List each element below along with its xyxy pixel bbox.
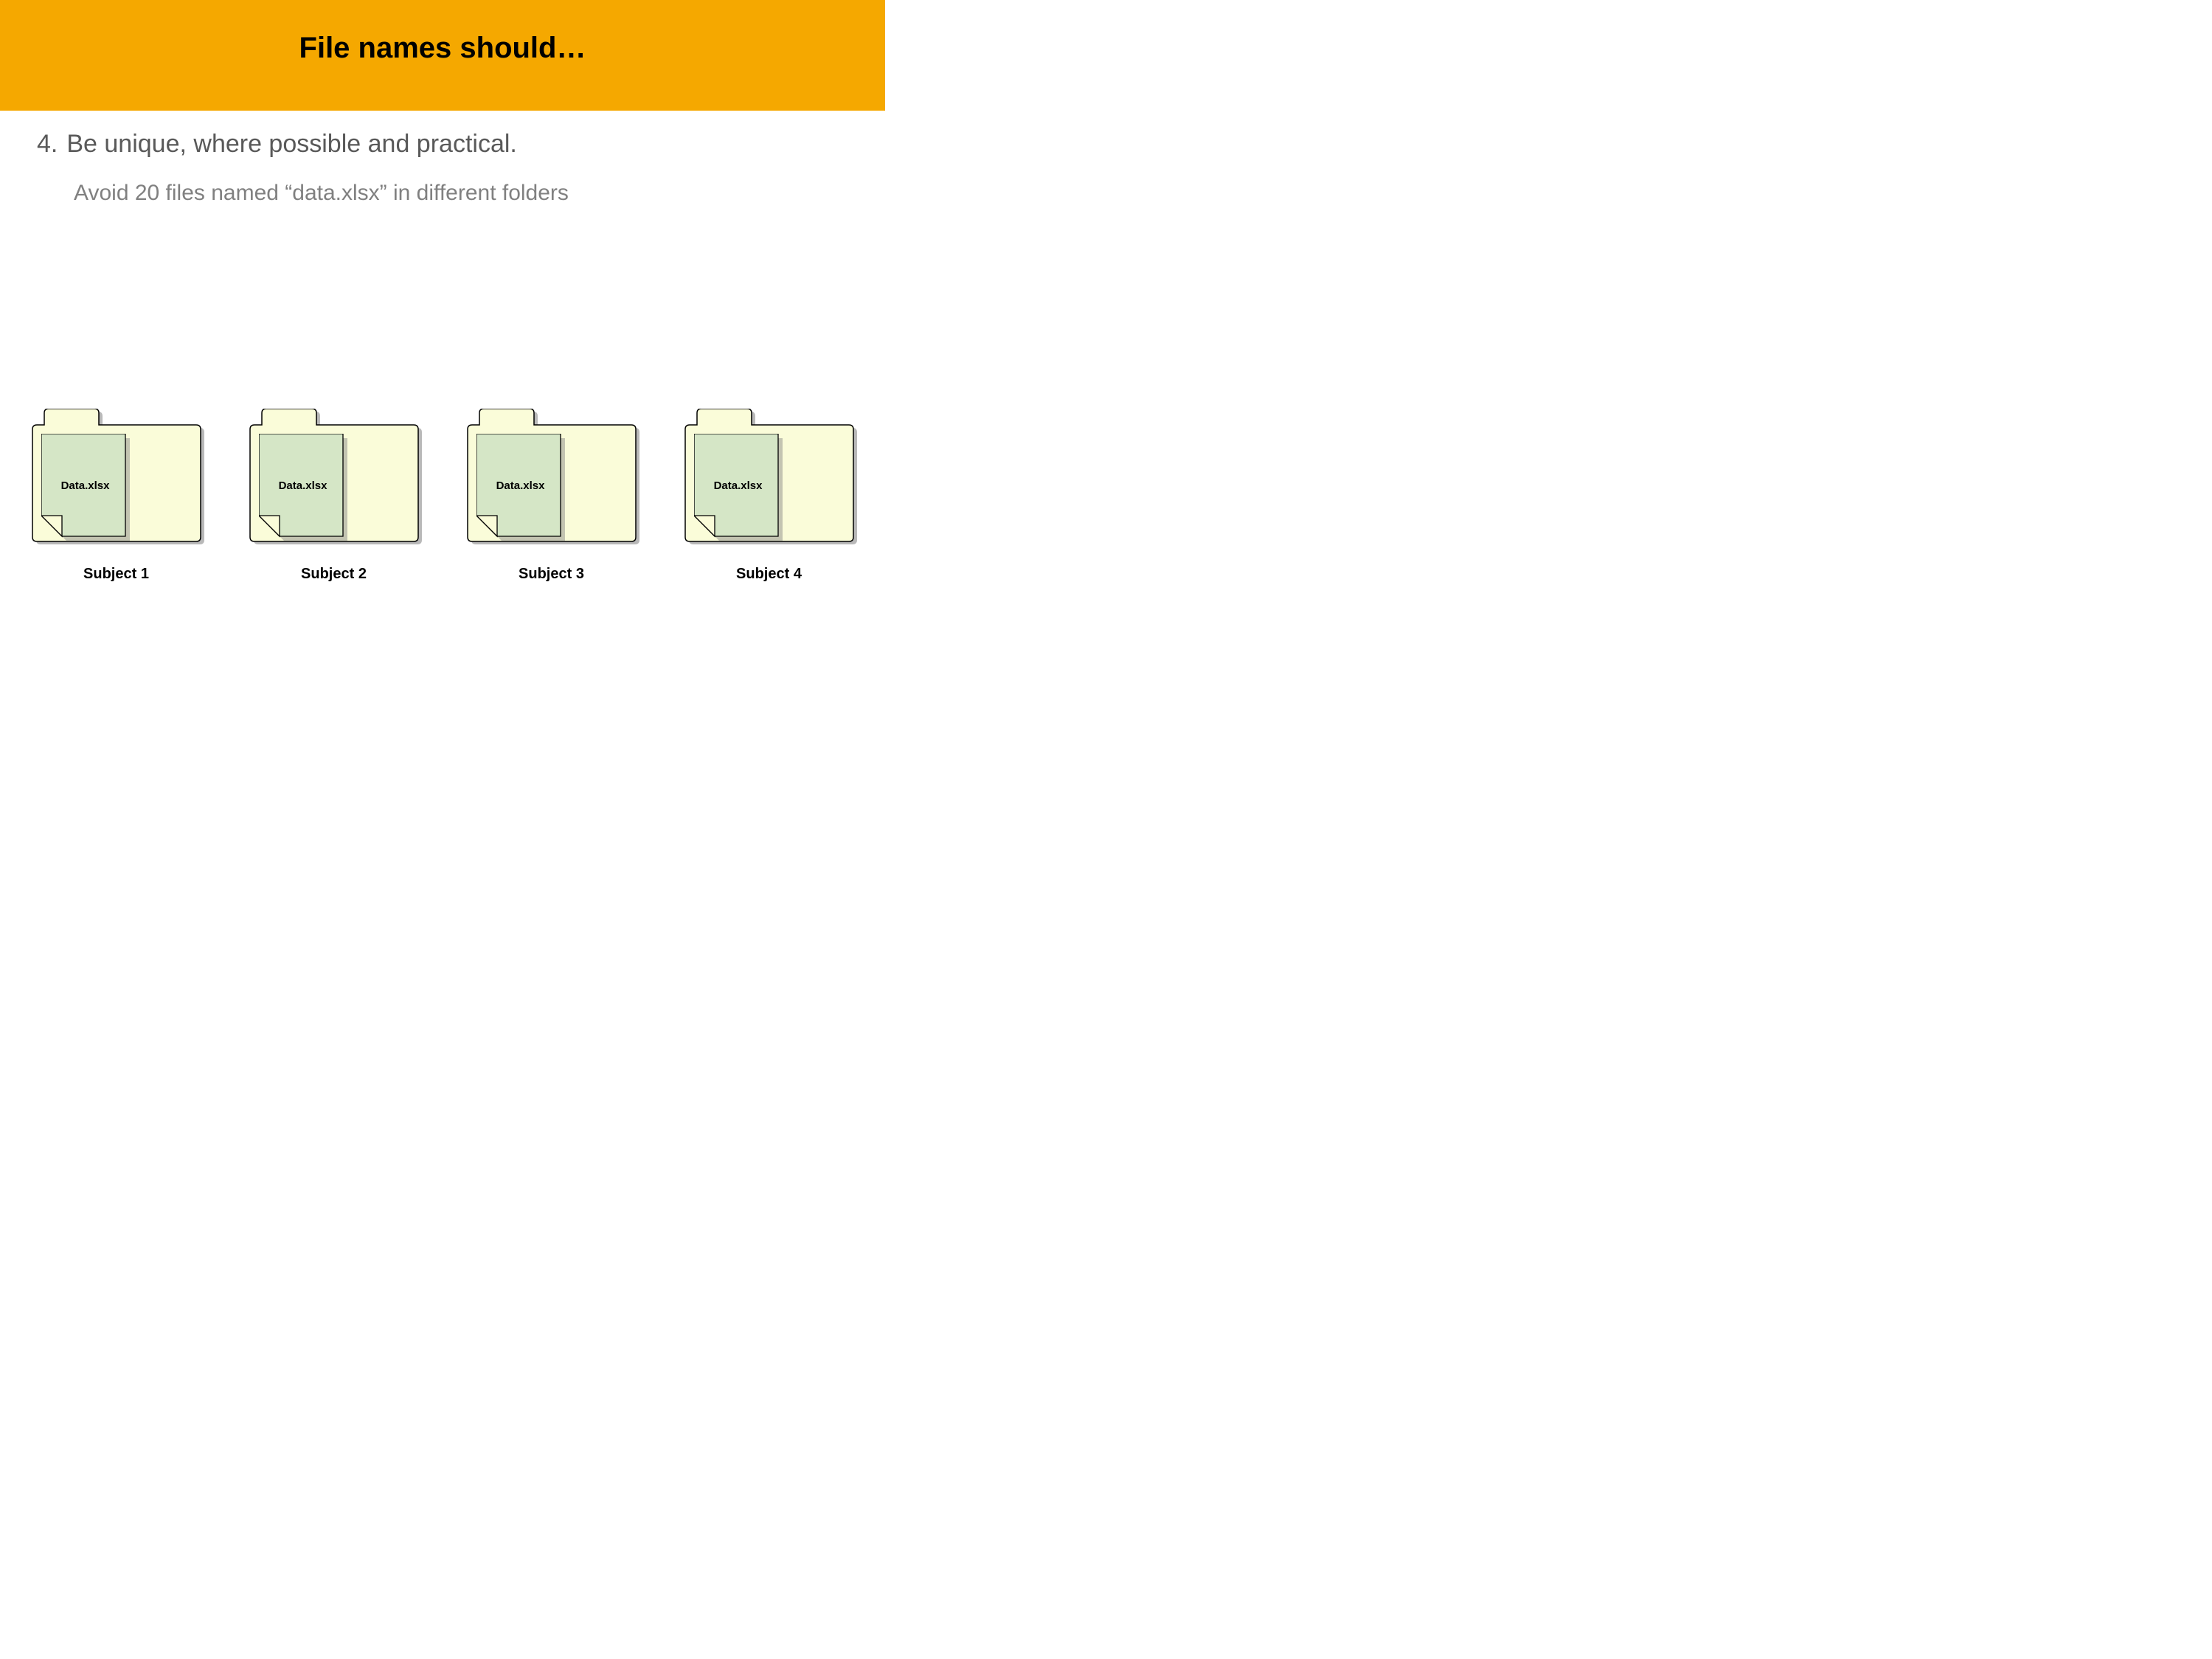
bullet-text: Be unique, where possible and practical. (66, 130, 517, 159)
folder-unit: Data.xlsx Subject 3 (463, 409, 640, 583)
slide-header: File names should… (0, 0, 885, 111)
folder-unit: Data.xlsx Subject 4 (681, 409, 858, 583)
folder-icon: Data.xlsx (463, 409, 640, 545)
bullet-number: 4. (37, 130, 58, 159)
folder-caption: Subject 3 (519, 566, 584, 583)
file-label: Data.xlsx (41, 479, 130, 492)
slide-title: File names should… (299, 32, 586, 65)
folder-caption: Subject 4 (736, 566, 802, 583)
file-label: Data.xlsx (476, 479, 565, 492)
folder-caption: Subject 2 (301, 566, 367, 583)
folder-unit: Data.xlsx Subject 2 (246, 409, 423, 583)
folder-caption: Subject 1 (83, 566, 149, 583)
file-icon: Data.xlsx (259, 434, 347, 541)
file-icon: Data.xlsx (41, 434, 130, 541)
folder-icon: Data.xlsx (681, 409, 858, 545)
folder-row: Data.xlsx Subject 1 Data.xlsx S (0, 409, 885, 583)
folder-icon: Data.xlsx (246, 409, 423, 545)
file-icon: Data.xlsx (694, 434, 783, 541)
bullet-row: 4. Be unique, where possible and practic… (37, 130, 885, 159)
file-label: Data.xlsx (259, 479, 347, 492)
file-icon: Data.xlsx (476, 434, 565, 541)
folder-icon: Data.xlsx (28, 409, 205, 545)
folder-unit: Data.xlsx Subject 1 (28, 409, 205, 583)
sub-text: Avoid 20 files named “data.xlsx” in diff… (74, 181, 885, 206)
file-label: Data.xlsx (694, 479, 783, 492)
